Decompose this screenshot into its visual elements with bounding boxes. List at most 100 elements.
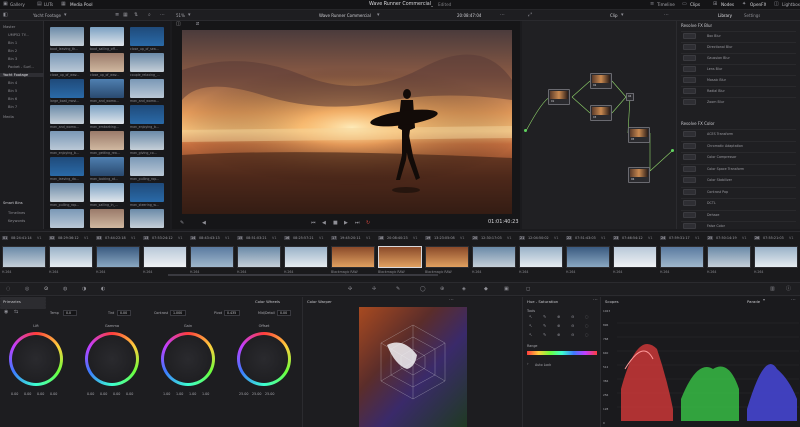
skip-end-icon[interactable]: ⏭ [355, 221, 360, 226]
fx-item[interactable]: Radial Blur [681, 86, 796, 95]
clip-strip-thumbnail[interactable] [331, 246, 375, 268]
clip-thumbnail[interactable] [50, 131, 84, 150]
node-04[interactable]: 04 [626, 93, 634, 101]
fx-item[interactable]: Zoom Blur [681, 97, 796, 106]
lightbox-icon[interactable]: ◫ [774, 2, 779, 7]
stop-icon[interactable]: ■ [333, 221, 338, 226]
qualifier-tool-icon[interactable]: ⊕ [557, 333, 560, 337]
media-pool-tab[interactable]: Media Pool [70, 0, 93, 10]
split-view-icon[interactable]: ◫ [176, 22, 181, 27]
timeline-tab[interactable]: Timeline [657, 0, 675, 10]
clip-thumbnail[interactable] [50, 209, 84, 228]
middetail-field[interactable]: 0.00 [277, 310, 291, 316]
node-output-dot[interactable] [671, 149, 674, 152]
smart-bin-timelines[interactable]: Timelines [8, 211, 25, 215]
clip-strip-thumbnail[interactable] [566, 246, 610, 268]
camera-raw-icon[interactable]: ◎ [25, 287, 29, 292]
search-icon[interactable]: ⌕ [148, 13, 151, 18]
chevron-down-icon[interactable]: ▾ [188, 13, 191, 18]
clip-thumbnail[interactable] [130, 105, 164, 124]
clip-thumbnail[interactable] [90, 157, 124, 176]
bin-item[interactable]: Bin 1 [8, 41, 17, 45]
play-reverse-icon[interactable]: ◀ [322, 221, 326, 226]
wipe-icon[interactable]: ⧄ [196, 22, 199, 27]
clip-strip-thumbnail[interactable] [2, 246, 46, 268]
fx-item[interactable]: Gaussian Blur [681, 53, 796, 62]
clip-strip-thumbnail[interactable] [237, 246, 281, 268]
fx-item[interactable]: False Color [681, 221, 796, 230]
chevron-down-icon[interactable]: ▾ [64, 13, 67, 18]
openfx-tab[interactable]: OpenFX [750, 0, 766, 10]
clip-thumbnail[interactable] [130, 27, 164, 46]
volume-icon[interactable]: ◀ [202, 221, 206, 226]
clip-thumbnail[interactable] [90, 105, 124, 124]
nodes-icon[interactable]: ⊞ [713, 2, 717, 7]
node-02[interactable]: 02 [590, 73, 612, 89]
qualifier-tool-icon[interactable]: ⊕ [557, 315, 560, 319]
luts-tab[interactable]: LUTs [44, 0, 53, 10]
picker-icon[interactable]: ◉ [4, 310, 8, 315]
fx-item[interactable]: Mosaic Blur [681, 75, 796, 84]
clip-strip-thumbnail[interactable] [472, 246, 516, 268]
pool-name[interactable]: Yacht Footage [33, 10, 61, 21]
clip-thumbnail[interactable] [50, 105, 84, 124]
more-icon[interactable]: ⋯ [500, 13, 505, 18]
timeline-scrollbar[interactable] [168, 274, 438, 276]
hue-sat-title[interactable]: Hue - Saturation [527, 299, 558, 304]
clip-thumbnail[interactable] [50, 183, 84, 202]
more-icon[interactable]: ⋯ [160, 13, 165, 18]
clip-thumbnail[interactable] [130, 131, 164, 150]
node-03[interactable]: 03 [590, 105, 612, 121]
timeline-name[interactable]: Wave Runner Commercial [319, 10, 371, 21]
skip-start-icon[interactable]: ⏮ [311, 221, 316, 226]
clip-thumbnail[interactable] [130, 157, 164, 176]
node-input-dot[interactable] [524, 129, 527, 132]
auto-balance-icon[interactable]: ⇆ [14, 310, 18, 315]
qualifier-tool-icon[interactable]: ✎ [543, 324, 546, 328]
hue-range-bar[interactable] [527, 351, 597, 355]
qualifier-tool-icon[interactable]: ⊖ [571, 324, 574, 328]
play-icon[interactable]: ▶ [344, 221, 348, 226]
tracker-icon[interactable]: ⊕ [440, 287, 444, 292]
clip-thumbnail[interactable] [50, 79, 84, 98]
clip-strip-thumbnail[interactable] [190, 246, 234, 268]
expand-icon[interactable]: › [527, 362, 529, 366]
more-icon[interactable]: ⋯ [593, 298, 598, 303]
info-icon[interactable]: ⓘ [786, 287, 791, 292]
clip-thumbnail[interactable] [50, 53, 84, 72]
clip-thumbnail[interactable] [130, 79, 164, 98]
loop-icon[interactable]: ↻ [366, 221, 370, 226]
fx-item[interactable]: Color Stabilizer [681, 175, 796, 184]
chevron-down-icon[interactable]: ▾ [621, 13, 624, 18]
clip-strip-thumbnail[interactable] [660, 246, 704, 268]
fx-item[interactable]: Dehaze [681, 209, 796, 219]
contrast-field[interactable]: 1.000 [170, 310, 186, 316]
sort-icon[interactable]: ⇅ [134, 13, 138, 18]
qualifier-tool-icon[interactable]: ⊖ [571, 333, 574, 337]
clip-thumbnail[interactable] [50, 27, 84, 46]
qualifier-tool-icon[interactable]: ◌ [585, 324, 589, 328]
clip-thumbnail[interactable] [90, 53, 124, 72]
bin-item[interactable]: Bin 4 [8, 81, 17, 85]
fx-item[interactable]: Chromatic Adaptation [681, 140, 796, 150]
node-06[interactable]: 06 [628, 167, 650, 183]
wheels-mode[interactable]: Color Wheels [255, 299, 280, 304]
clip-strip-thumbnail[interactable] [613, 246, 657, 268]
smart-bin-keywords[interactable]: Keywords [8, 219, 25, 223]
gallery-icon[interactable]: ▣ [3, 2, 8, 7]
motion-effects-icon[interactable]: ◐ [101, 287, 105, 292]
qualifier-tool-icon[interactable]: ◌ [585, 315, 589, 319]
fx-item[interactable]: Color Compressor [681, 152, 796, 161]
clip-strip-thumbnail[interactable] [143, 246, 187, 268]
more-icon[interactable]: ⋯ [664, 13, 669, 18]
color-wheel-lift[interactable] [9, 332, 63, 386]
fx-item[interactable]: DCTL [681, 198, 796, 207]
clip-strip-thumbnail[interactable] [707, 246, 751, 268]
qualifier-tool-icon[interactable]: ↖ [529, 315, 532, 319]
clip-thumbnail[interactable] [90, 209, 124, 228]
color-warper-icon[interactable]: ✢ [372, 287, 376, 292]
clip-thumbnail[interactable] [50, 157, 84, 176]
warper-grid[interactable] [359, 307, 467, 427]
chevron-down-icon[interactable]: ▾ [763, 298, 765, 302]
window-icon[interactable]: ◯ [420, 287, 426, 292]
